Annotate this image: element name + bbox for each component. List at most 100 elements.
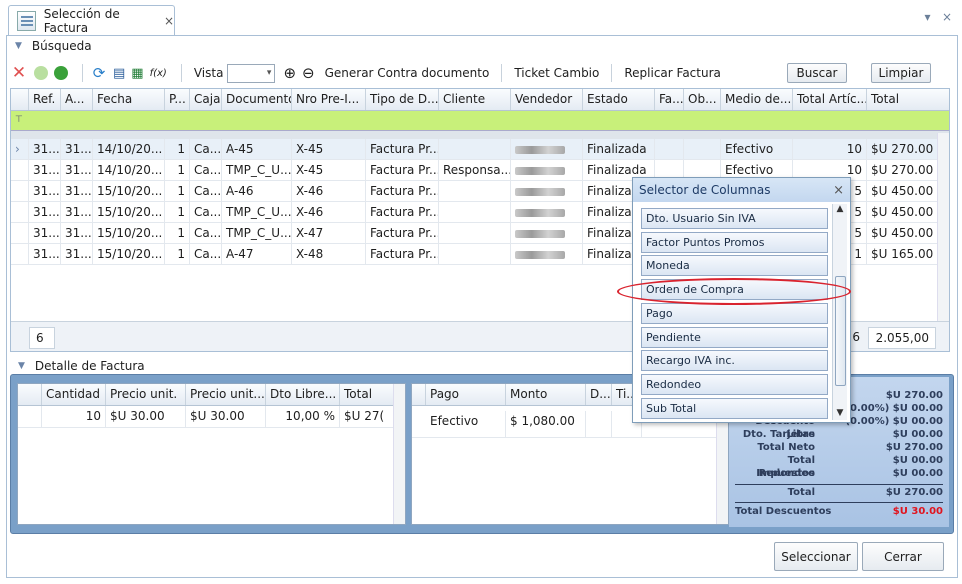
items-scrollbar[interactable] [393,384,405,524]
table-cell: 31... [29,181,61,201]
column-option[interactable]: Dto. Usuario Sin IVA [641,208,828,229]
column-option[interactable]: Redondeo [641,373,828,395]
up-icon[interactable] [34,63,48,83]
zoom-in-icon[interactable]: ⊕ [283,63,296,83]
dropdown-icon[interactable]: ▾ [924,10,930,24]
search-section-header[interactable]: ▼ Búsqueda [7,36,957,56]
col-dto-libre[interactable]: Dto Libre... [266,384,340,405]
filter-icon: ⊤ [15,115,23,125]
table-cell: $U 450.00 [871,205,934,219]
tab-seleccion-factura[interactable]: Selección de Factura × [8,5,175,35]
tab-title: Selección de Factura [43,6,120,35]
column-option[interactable]: Pago [641,302,828,324]
table-cell [439,223,511,243]
column-selector-titlebar: Selector de Columnas × [633,178,850,202]
col-p[interactable]: P... [165,89,190,110]
print-preview-icon[interactable]: ▤ [113,63,125,83]
totals-value: (0.00%) $U 00.00 [845,403,943,414]
table-cell: $U 270.00 [871,142,934,156]
scroll-down-icon[interactable]: ▼ [833,408,847,418]
table-cell: 1 [165,202,190,222]
vista-label: Vista [193,66,224,80]
table-cell: Factura Pr... [366,160,439,180]
col-fecha[interactable]: Fecha [93,89,165,110]
col-fa[interactable]: Fa... [655,89,684,110]
generar-contra-documento-button[interactable]: Generar Contra documento [321,66,494,80]
totals-value: (0.00%) $U 00.00 [845,416,943,427]
table-cell: Finalizada [583,139,655,159]
table-cell: Ca... [190,244,222,264]
delete-icon[interactable]: ✕ [10,63,28,83]
table-cell [439,181,511,201]
table-row[interactable]: › 31... 31... 14/10/20... 1 Ca... A-45 X-45 Fact… [11,139,949,160]
items-row[interactable]: 10 $U 30.00 $U 30.00 10,00 % $U 27( [18,406,405,428]
col-cantidad[interactable]: Cantidad [42,384,106,405]
col-caja[interactable]: Caja [190,89,222,110]
footer-count: 6 [29,327,55,349]
column-selector-close-icon[interactable]: × [833,183,844,198]
col-precio-unit[interactable]: Precio unit. [106,384,186,405]
limpiar-button[interactable]: Limpiar [871,63,931,83]
detail-section-header[interactable]: ▼ Detalle de Factura [10,356,145,376]
zoom-out-icon[interactable]: ⊖ [302,63,315,83]
col-estado[interactable]: Estado [583,89,655,110]
totals-row: Dto. Tarjetas $U 00.00 [735,428,943,441]
document-icon [17,10,36,31]
table-cell: 1 [165,181,190,201]
col-total-articulos[interactable]: Total Artíc... [793,89,867,110]
totals-label: Total [787,487,815,498]
cerrar-button[interactable]: Cerrar [862,542,944,571]
table-cell: 31... [29,244,61,264]
collapse-icon[interactable]: ▼ [18,361,25,371]
table-cell: Ca... [190,139,222,159]
table-cell: 1 [165,160,190,180]
col-monto[interactable]: Monto [506,384,586,405]
table-cell: Factura Pr... [366,223,439,243]
column-option[interactable]: Factor Puntos Promos [641,231,828,253]
col-pago[interactable]: Pago [426,384,506,405]
column-option[interactable]: Sub Total [641,397,828,419]
col-cliente[interactable]: Cliente [439,89,511,110]
col-items-total[interactable]: Total [340,384,390,405]
grid-scrollbar[interactable] [937,133,949,333]
window-close-icon[interactable]: × [942,10,952,24]
down-icon[interactable] [54,63,68,83]
col-ob[interactable]: Ob... [684,89,721,110]
col-documento[interactable]: Documento [222,89,292,110]
col-a[interactable]: A... [61,89,93,110]
column-selector-scrollbar[interactable]: ▲ ▼ [832,204,847,420]
tab-close-icon[interactable]: × [164,14,174,28]
buscar-button[interactable]: Buscar [787,63,847,83]
col-vendedor[interactable]: Vendedor [511,89,583,110]
scroll-up-icon[interactable]: ▲ [833,204,847,214]
ticket-cambio-button[interactable]: Ticket Cambio [510,66,603,80]
column-option[interactable]: Recargo IVA inc. [641,350,828,372]
highlight-ellipse [617,278,851,305]
replicar-factura-button[interactable]: Replicar Factura [620,66,725,80]
table-cell: Responsa... [439,160,511,180]
seleccionar-button[interactable]: Seleccionar [774,542,858,571]
formula-icon[interactable]: f(x) [150,63,167,83]
table-cell: Ca... [190,160,222,180]
col-precio-unit-2[interactable]: Precio unit.... [186,384,266,405]
vista-select[interactable]: ▾ [227,63,276,83]
col-total[interactable]: Total [867,89,937,110]
col-ref[interactable]: Ref. [29,89,61,110]
refresh-icon[interactable]: ⟳ [91,63,107,83]
redacted-name [515,250,565,259]
collapse-icon[interactable]: ▼ [15,41,22,51]
redacted-name [515,187,565,196]
table-cell: 31... [61,223,93,243]
col-d[interactable]: D... [586,384,612,405]
column-option[interactable]: Moneda [641,255,828,277]
excel-icon[interactable]: ▦ [131,63,143,83]
filter-row[interactable]: ⊤ [11,111,949,131]
table-cell [511,160,583,180]
table-cell: X-46 [292,202,366,222]
col-medio[interactable]: Medio de... [721,89,793,110]
column-option[interactable]: Pendiente [641,326,828,348]
table-cell: Factura Pr... [366,181,439,201]
col-tipo[interactable]: Tipo de D... [366,89,439,110]
table-cell: $U 450.00 [871,226,934,240]
col-nro-pre[interactable]: Nro Pre-I... [292,89,366,110]
